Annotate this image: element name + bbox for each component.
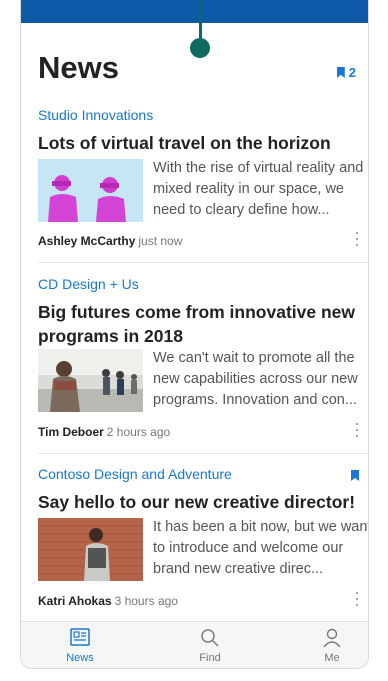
article-card[interactable]: CD Design + Us Big futures come from inn…	[38, 276, 368, 444]
tab-news[interactable]: News	[35, 622, 125, 668]
article-author[interactable]: Katri Ahokas	[38, 594, 112, 608]
article-headline[interactable]: Say hello to our new creative director!	[38, 490, 360, 514]
tab-label: Me	[324, 652, 340, 664]
tab-label: News	[66, 652, 94, 664]
article-summary: We can't wait to promote all the new cap…	[153, 350, 358, 408]
article-thumbnail[interactable]	[38, 518, 143, 581]
pointer-dot	[190, 38, 210, 58]
more-options-icon[interactable]: · · ·	[354, 414, 360, 444]
saved-articles-button[interactable]: 2	[336, 65, 356, 80]
article-author[interactable]: Ashley McCarthy	[38, 234, 135, 248]
tab-bar: News Find Me	[21, 621, 368, 668]
article-source[interactable]: CD Design + Us	[38, 276, 139, 292]
status-bar	[21, 0, 368, 23]
article-source[interactable]: Studio Innovations	[38, 107, 153, 123]
article-card[interactable]: Contoso Design and Adventure Say hello t…	[38, 466, 368, 621]
divider	[38, 262, 368, 263]
page-title: News	[38, 50, 119, 85]
person-icon	[323, 628, 341, 648]
bookmark-icon	[336, 67, 345, 78]
bookmark-icon[interactable]	[351, 470, 359, 481]
divider	[38, 453, 368, 454]
article-time: just now	[138, 234, 183, 248]
more-options-icon[interactable]: · · ·	[354, 223, 360, 253]
article-meta: Tim Deboer 2 hours ago	[38, 425, 170, 439]
article-card[interactable]: Studio Innovations Lots of virtual trave…	[38, 107, 368, 262]
tab-find[interactable]: Find	[165, 622, 255, 668]
article-summary: With the rise of virtual reality and mix…	[153, 160, 364, 218]
more-options-icon[interactable]: · · ·	[354, 583, 360, 613]
saved-count: 2	[348, 65, 356, 80]
article-thumbnail[interactable]	[38, 159, 143, 222]
article-meta: Ashley McCarthy just now	[38, 234, 182, 248]
article-thumbnail[interactable]	[38, 349, 143, 412]
phone-screen: News 2 Studio Innovations Lots of virtua…	[20, 0, 369, 669]
article-summary: It has been a bit now, but we want to in…	[153, 519, 369, 577]
tab-label: Find	[199, 652, 221, 664]
article-source[interactable]: Contoso Design and Adventure	[38, 466, 232, 482]
news-icon	[70, 628, 90, 646]
article-time: 3 hours ago	[114, 594, 178, 608]
article-time: 2 hours ago	[106, 425, 171, 439]
article-meta: Katri Ahokas 3 hours ago	[38, 594, 178, 608]
article-author[interactable]: Tim Deboer	[38, 425, 104, 439]
tab-me[interactable]: Me	[287, 622, 368, 668]
article-headline[interactable]: Big futures come from innovative new pro…	[38, 300, 360, 348]
article-headline[interactable]: Lots of virtual travel on the horizon	[38, 131, 360, 155]
search-icon	[201, 629, 219, 647]
